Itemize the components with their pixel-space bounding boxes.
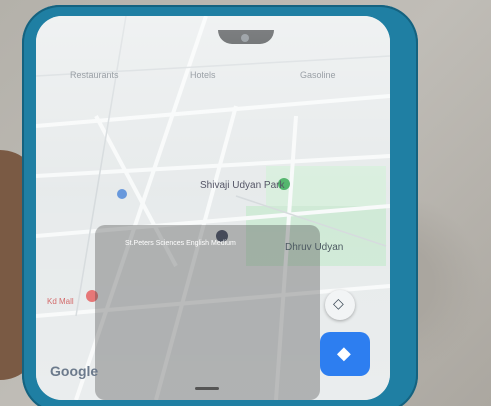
place-label-dhruv[interactable]: Dhruv Udyan [285,242,343,253]
directions-button[interactable]: ◆ [320,332,370,376]
tab-gasoline[interactable]: Gasoline [300,70,336,80]
tab-hotels[interactable]: Hotels [190,70,216,80]
compass-button[interactable]: ◇ [325,290,355,320]
place-label-school[interactable]: St.Peters Sciences English Medium [125,240,236,247]
location-dot [117,189,127,199]
directions-icon: ◆ [337,343,351,363]
place-label-mall[interactable]: Kd Mall [47,297,74,306]
camera-lens [241,34,249,42]
home-indicator [195,387,219,390]
tab-restaurants[interactable]: Restaurants [70,70,119,80]
place-label-park[interactable]: Shivaji Udyan Park [200,180,284,191]
photo-scene: Restaurants Hotels Gasoline Shivaji Udya… [0,0,491,406]
google-logo: Google [50,363,99,379]
compass-icon: ◇ [333,295,344,311]
